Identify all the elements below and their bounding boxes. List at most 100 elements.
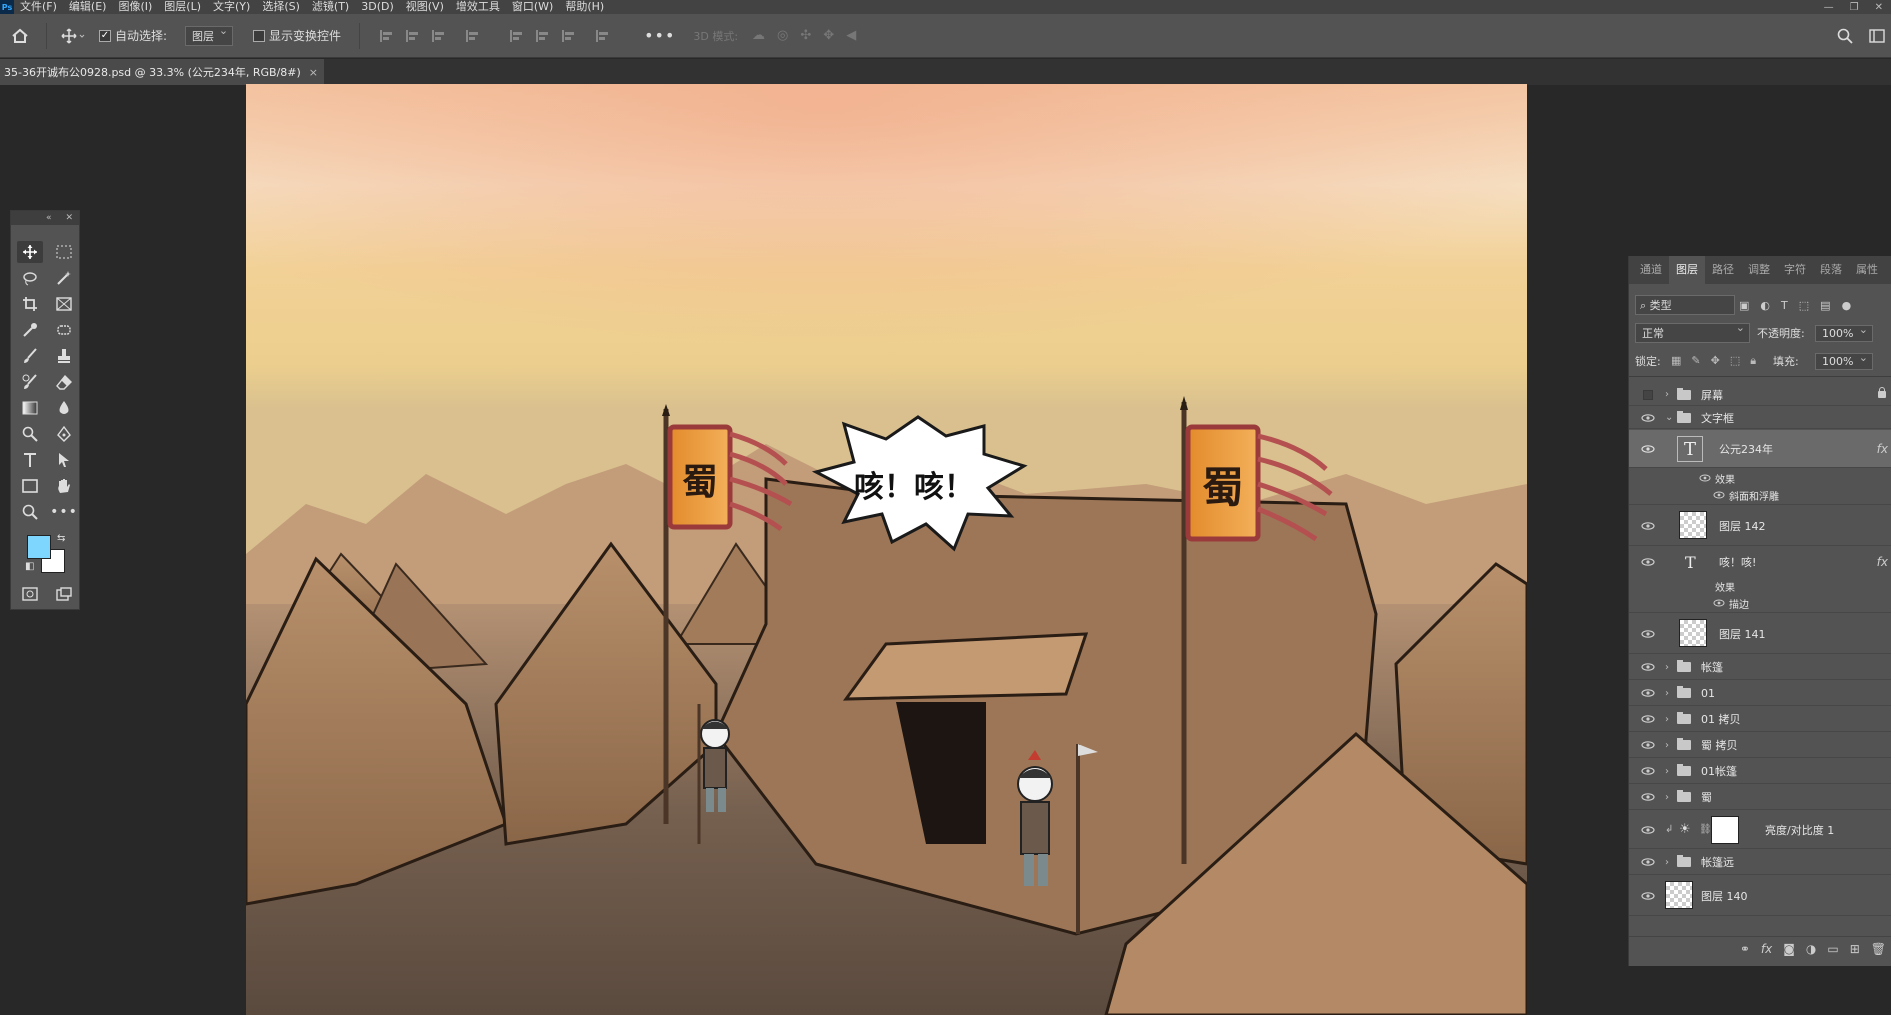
- opacity-input[interactable]: 100%: [1815, 323, 1873, 342]
- rectangle-tool-icon[interactable]: [17, 475, 43, 497]
- blur-tool-icon[interactable]: [51, 397, 77, 419]
- menu-help[interactable]: 帮助(H): [559, 0, 610, 14]
- delete-layer-icon[interactable]: 🗑︎: [1871, 942, 1886, 956]
- eye-icon[interactable]: [1641, 891, 1655, 901]
- close-tab-icon[interactable]: ×: [309, 66, 318, 79]
- eye-icon[interactable]: [1641, 857, 1655, 867]
- lock-all-icon[interactable]: 🔒︎: [1750, 354, 1756, 368]
- 3d-slide-icon[interactable]: ✥: [823, 28, 834, 43]
- eye-icon[interactable]: [1641, 740, 1655, 750]
- chevron-right-icon[interactable]: ›: [1665, 740, 1669, 751]
- layer-row-01[interactable]: › 01: [1629, 681, 1891, 706]
- eye-icon[interactable]: [1641, 792, 1655, 802]
- filter-pixel-icon[interactable]: ▣: [1739, 299, 1749, 312]
- lasso-tool-icon[interactable]: [17, 267, 43, 289]
- eye-icon[interactable]: [1699, 472, 1711, 485]
- tab-character[interactable]: 字符: [1777, 256, 1813, 284]
- document-tab[interactable]: 35-36开诚布公0928.psd @ 33.3% (公元234年, RGB/8…: [0, 59, 325, 85]
- menu-layer[interactable]: 图层(L): [158, 0, 207, 14]
- screen-mode-icon[interactable]: [51, 583, 77, 605]
- hand-tool-icon[interactable]: [51, 475, 77, 497]
- filter-adjustment-icon[interactable]: ◐: [1760, 299, 1770, 312]
- crop-tool-icon[interactable]: [17, 293, 43, 315]
- 3d-roll-icon[interactable]: ◎: [777, 28, 788, 43]
- chevron-right-icon[interactable]: ›: [1665, 857, 1669, 868]
- layer-row-01-tents[interactable]: › 01帐篷: [1629, 759, 1891, 784]
- layer-row-text-box-group[interactable]: ⌄ 文字框: [1629, 407, 1891, 429]
- layer-row-layer-140[interactable]: 图层 140: [1629, 876, 1891, 916]
- align-right-icon[interactable]: [432, 29, 446, 42]
- effect-bevel-emboss-row[interactable]: 斜面和浮雕: [1629, 487, 1891, 505]
- eye-icon[interactable]: [1641, 444, 1655, 454]
- foreground-color-swatch[interactable]: [27, 535, 51, 559]
- add-mask-icon[interactable]: ◙: [1783, 942, 1795, 956]
- tab-adjustments[interactable]: 调整: [1741, 256, 1777, 284]
- home-icon[interactable]: [0, 28, 40, 44]
- effects-header-row[interactable]: 效果: [1629, 577, 1891, 595]
- marquee-tool-icon[interactable]: [51, 241, 77, 263]
- move-tool-icon[interactable]: [17, 241, 43, 263]
- add-style-icon[interactable]: fx: [1761, 942, 1772, 956]
- layer-row-shu[interactable]: › 蜀: [1629, 785, 1891, 810]
- layer-row-brightness-contrast[interactable]: ↲ ☀ ⛓ 亮度/对比度 1: [1629, 811, 1891, 849]
- lock-artboard-icon[interactable]: ⬚: [1730, 354, 1740, 368]
- frame-tool-icon[interactable]: [51, 293, 77, 315]
- close-panel-icon[interactable]: ✕: [65, 213, 73, 223]
- layer-row-layer-141[interactable]: 图层 141: [1629, 614, 1891, 654]
- menu-image[interactable]: 图像(I): [112, 0, 158, 14]
- new-layer-icon[interactable]: ⊞: [1850, 942, 1860, 956]
- close-window-button[interactable]: ✕: [1875, 2, 1883, 13]
- workspace-icon[interactable]: [1869, 28, 1885, 44]
- align-left-icon[interactable]: [380, 29, 394, 42]
- more-tools-icon[interactable]: •••: [50, 501, 77, 523]
- eye-icon[interactable]: [1641, 521, 1655, 531]
- eye-icon[interactable]: [1641, 557, 1655, 567]
- eye-icon[interactable]: [1641, 714, 1655, 724]
- menu-select[interactable]: 选择(S): [256, 0, 306, 14]
- blend-mode-select[interactable]: 正常: [1635, 321, 1750, 343]
- menu-view[interactable]: 视图(V): [400, 0, 450, 14]
- layer-effects-icon[interactable]: fx: [1877, 442, 1888, 456]
- tab-channels[interactable]: 通道: [1633, 256, 1669, 284]
- chevron-right-icon[interactable]: ›: [1665, 688, 1669, 699]
- filter-shape-icon[interactable]: ⬚: [1799, 299, 1809, 312]
- layer-row-layer-142[interactable]: 图层 142: [1629, 506, 1891, 546]
- menu-edit[interactable]: 编辑(E): [63, 0, 113, 14]
- layer-row-screen[interactable]: › 屏幕: [1629, 384, 1891, 406]
- filter-type-icon[interactable]: T: [1781, 299, 1788, 312]
- healing-brush-tool-icon[interactable]: [51, 319, 77, 341]
- effect-stroke-row[interactable]: 描边: [1629, 595, 1891, 613]
- menu-type[interactable]: 文字(Y): [207, 0, 256, 14]
- layer-row-tents[interactable]: › 帐篷: [1629, 655, 1891, 680]
- more-options-icon[interactable]: •••: [644, 26, 675, 45]
- menu-file[interactable]: 文件(F): [14, 0, 63, 14]
- lock-image-icon[interactable]: ✎: [1691, 354, 1700, 368]
- fill-input[interactable]: 100%: [1815, 351, 1873, 370]
- path-selection-tool-icon[interactable]: [51, 449, 77, 471]
- distribute-icon[interactable]: [466, 29, 480, 42]
- chevron-right-icon[interactable]: ›: [1665, 766, 1669, 777]
- link-layers-icon[interactable]: ⚭: [1740, 942, 1750, 956]
- eye-icon[interactable]: [1641, 688, 1655, 698]
- eyedropper-tool-icon[interactable]: [17, 319, 43, 341]
- layer-row-distant-tents[interactable]: › 帐篷远: [1629, 850, 1891, 875]
- auto-select-checkbox[interactable]: ✓: [99, 29, 111, 42]
- brush-tool-icon[interactable]: [17, 345, 43, 367]
- filter-toggle-icon[interactable]: ●: [1842, 299, 1852, 312]
- dodge-tool-icon[interactable]: [17, 423, 43, 445]
- eye-icon[interactable]: [1641, 629, 1655, 639]
- chevron-down-icon[interactable]: ⌄: [1665, 412, 1673, 423]
- new-group-icon[interactable]: ▭: [1827, 942, 1838, 956]
- chevron-right-icon[interactable]: ›: [1665, 389, 1669, 400]
- magic-wand-tool-icon[interactable]: [51, 267, 77, 289]
- eye-icon[interactable]: [1641, 825, 1655, 835]
- chevron-right-icon[interactable]: ›: [1665, 714, 1669, 725]
- layer-effects-icon[interactable]: fx: [1877, 555, 1888, 569]
- swap-colors-icon[interactable]: ⇆: [57, 533, 65, 544]
- show-transform-checkbox[interactable]: [253, 29, 266, 42]
- layer-row-01-copy[interactable]: › 01 拷贝: [1629, 707, 1891, 732]
- layer-filter-select[interactable]: ⌕ 类型: [1635, 295, 1735, 315]
- eye-icon[interactable]: [1641, 413, 1655, 423]
- eraser-tool-icon[interactable]: [51, 371, 77, 393]
- eye-icon[interactable]: [1641, 766, 1655, 776]
